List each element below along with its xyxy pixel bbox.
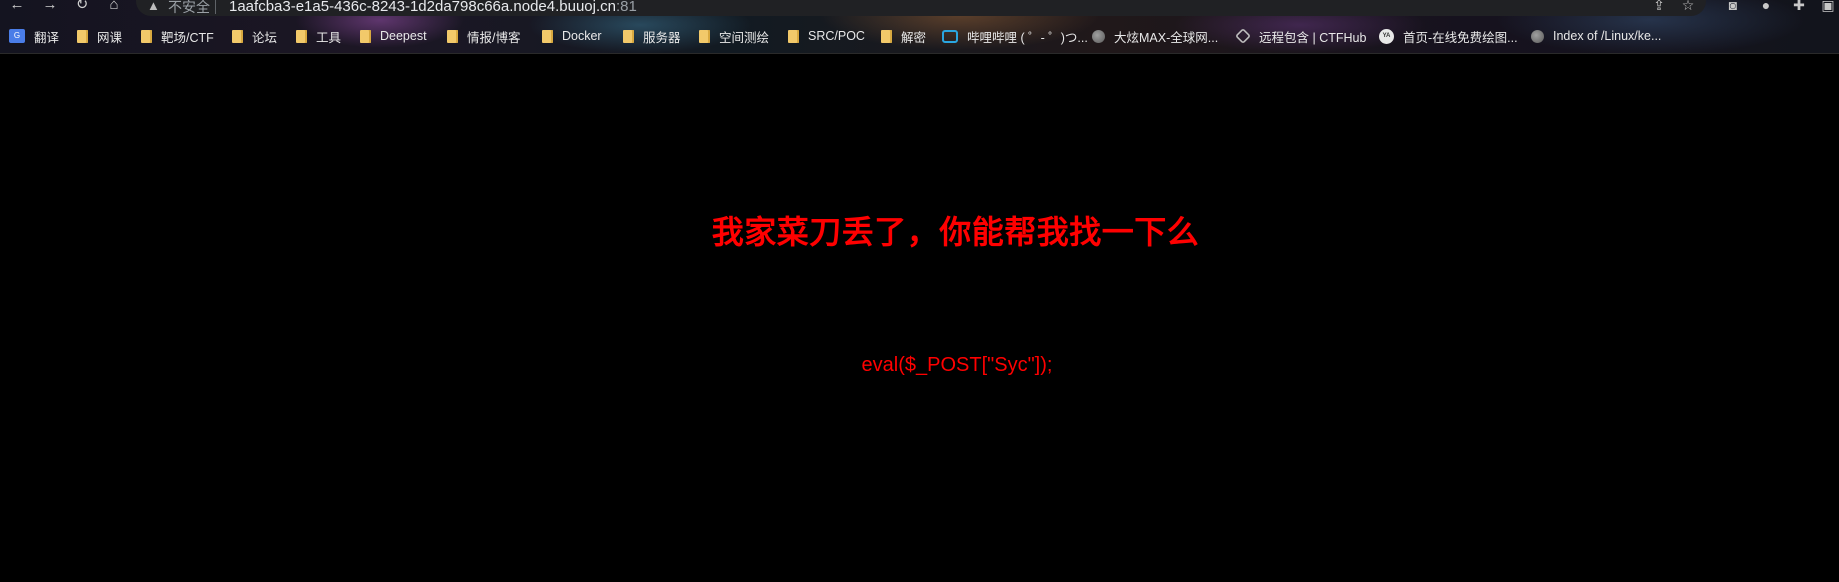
page-heading: 我家菜刀丢了，你能帮我找一下么 <box>711 213 1200 251</box>
folder-icon <box>296 29 307 43</box>
extensions-puzzle-icon[interactable]: ✚ <box>1790 0 1808 13</box>
back-arrow-icon[interactable]: ← <box>8 0 26 14</box>
bookmark-folder-docker[interactable]: Docker <box>542 25 602 47</box>
ya-logo-icon: YA <box>1379 28 1394 44</box>
bookmarks-bar: G 翻译 网课 靶场/CTF 论坛 工具 Deepest 情报/博客 Docke… <box>0 25 1839 47</box>
bookmark-folder-deepest[interactable]: Deepest <box>360 25 427 47</box>
translate-icon: G <box>9 29 25 43</box>
bookmark-label: 首页-在线免费绘图... <box>1403 30 1518 45</box>
bookmark-ctfhub[interactable]: 远程包含 | CTFHub <box>1235 25 1367 47</box>
bilibili-tv-icon <box>942 29 958 43</box>
folder-icon <box>623 29 634 43</box>
folder-icon <box>542 29 553 43</box>
home-icon[interactable]: ⌂ <box>105 0 123 14</box>
bookmark-folder-forum[interactable]: 论坛 <box>232 25 277 47</box>
address-separator <box>215 0 216 14</box>
bookmark-index-linux[interactable]: Index of /Linux/ke... <box>1531 25 1661 47</box>
folder-icon <box>881 29 892 43</box>
folder-icon <box>232 29 243 43</box>
share-icon[interactable]: ⇪ <box>1650 0 1668 13</box>
bookmark-label: 解密 <box>901 30 927 45</box>
bookmark-label: 远程包含 | CTFHub <box>1259 30 1367 45</box>
globe-icon <box>1092 29 1105 43</box>
bookmark-label: Docker <box>562 29 602 43</box>
browser-toolbar: ← → ↻ ⌂ ▲ 不安全 1aafcba3-e1a5-436c-8243-1d… <box>0 0 1839 16</box>
browser-chrome: ← → ↻ ⌂ ▲ 不安全 1aafcba3-e1a5-436c-8243-1d… <box>0 0 1839 54</box>
page-content: 我家菜刀丢了，你能帮我找一下么 eval($_POST["Syc"]); <box>0 54 1839 582</box>
bookmark-star-icon[interactable]: ☆ <box>1679 0 1697 13</box>
folder-icon <box>360 29 371 43</box>
folder-icon <box>447 29 458 43</box>
folder-icon <box>788 29 799 43</box>
bookmark-folder-ctf[interactable]: 靶场/CTF <box>141 25 214 47</box>
profile-icon[interactable]: ● <box>1757 0 1775 13</box>
folder-icon <box>699 29 710 43</box>
folder-icon <box>77 29 88 43</box>
forward-arrow-icon[interactable]: → <box>41 0 59 14</box>
url-text[interactable]: 1aafcba3-e1a5-436c-8243-1d2da798c66a.nod… <box>229 0 637 15</box>
bookmark-label: 论坛 <box>252 30 278 45</box>
bookmark-label: 空间测绘 <box>719 30 770 45</box>
address-bar[interactable]: ▲ 不安全 1aafcba3-e1a5-436c-8243-1d2da798c6… <box>136 0 1706 16</box>
bookmark-label: 网课 <box>97 30 123 45</box>
bookmark-folder-src-poc[interactable]: SRC/POC <box>788 25 865 47</box>
reader-mode-icon[interactable]: ◙ <box>1724 0 1742 13</box>
ctfhub-icon <box>1235 28 1251 44</box>
security-label[interactable]: 不安全 <box>168 0 210 15</box>
split-view-icon[interactable]: ▣ <box>1819 0 1837 13</box>
bookmark-label: 情报/博客 <box>467 30 521 45</box>
url-host: 1aafcba3-e1a5-436c-8243-1d2da798c66a.nod… <box>229 0 616 15</box>
bookmark-daxuan-max[interactable]: 大炫MAX-全球网... <box>1092 25 1218 47</box>
bookmark-label: 靶场/CTF <box>161 30 214 45</box>
bookmark-label: 大炫MAX-全球网... <box>1114 30 1219 45</box>
reload-icon[interactable]: ↻ <box>73 0 91 14</box>
warning-triangle-icon[interactable]: ▲ <box>147 0 160 14</box>
bookmark-label: SRC/POC <box>808 29 865 43</box>
bookmark-label: Index of /Linux/ke... <box>1553 29 1662 43</box>
globe-icon <box>1531 29 1544 43</box>
bookmark-label: 翻译 <box>34 30 60 45</box>
bookmark-folder-server[interactable]: 服务器 <box>623 25 681 47</box>
bookmark-folder-intel[interactable]: 情报/博客 <box>447 25 520 47</box>
bookmark-translate[interactable]: G 翻译 <box>9 25 59 47</box>
url-port: :81 <box>616 0 637 15</box>
bookmark-folder-mapping[interactable]: 空间测绘 <box>699 25 769 47</box>
bookmark-bilibili[interactable]: 哔哩哔哩 ( ゜- ゜)つ... <box>942 25 1088 47</box>
folder-icon <box>141 29 152 43</box>
bookmark-label: Deepest <box>380 29 427 43</box>
php-code-hint: eval($_POST["Syc"]); <box>861 354 1053 376</box>
bookmark-label: 哔哩哔哩 ( ゜- ゜)つ... <box>967 30 1088 45</box>
bookmark-folder-tools[interactable]: 工具 <box>296 25 341 47</box>
bookmark-label: 工具 <box>316 30 342 45</box>
bookmark-label: 服务器 <box>643 30 681 45</box>
bookmark-folder-decrypt[interactable]: 解密 <box>881 25 926 47</box>
bookmark-folder-wangke[interactable]: 网课 <box>77 25 122 47</box>
bookmark-drawing-home[interactable]: YA 首页-在线免费绘图... <box>1379 25 1518 47</box>
